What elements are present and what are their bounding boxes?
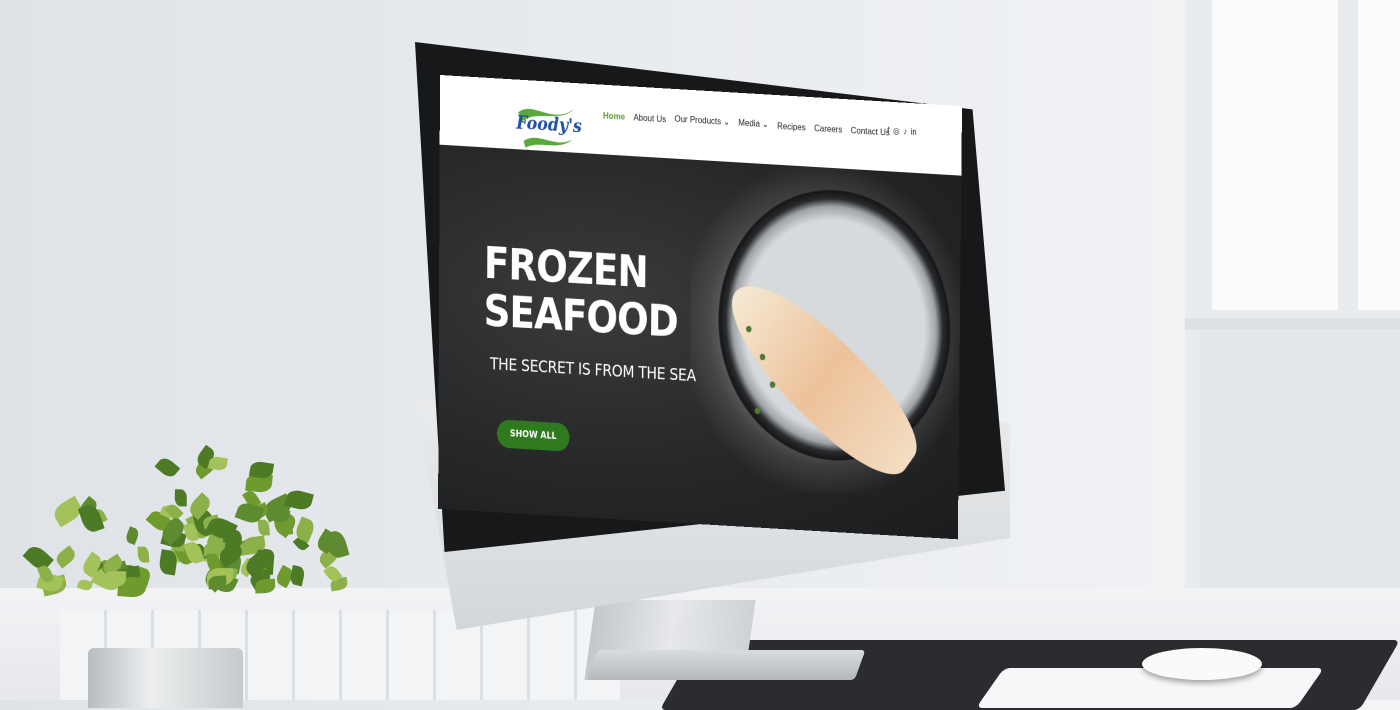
site-logo[interactable]: Foody's	[477, 86, 582, 148]
facebook-icon[interactable]: f	[887, 126, 889, 136]
nav-media-label: Media	[738, 116, 760, 129]
nav-recipes[interactable]: Recipes	[777, 120, 806, 133]
mouse	[1142, 648, 1262, 680]
plant-leaf	[77, 502, 105, 534]
monitor-stand-base	[586, 650, 866, 680]
window-pane	[1358, 0, 1400, 310]
plant-leaf	[54, 545, 79, 569]
hero-subtitle: THE SECRET IS FROM THE SEA	[489, 353, 696, 386]
herb-leaf	[745, 325, 752, 333]
logo-text: Foody's	[516, 112, 582, 138]
plant-leaf	[123, 526, 140, 546]
chevron-down-icon: ⌄	[759, 118, 769, 130]
nav-about-us[interactable]: About Us	[633, 111, 666, 124]
plant-pot	[88, 648, 243, 708]
nav-media[interactable]: Media ⌄	[738, 116, 769, 131]
instagram-icon[interactable]: ◎	[893, 126, 900, 136]
chevron-down-icon: ⌄	[721, 115, 731, 128]
keyboard	[975, 668, 1325, 708]
tiktok-icon[interactable]: ♪	[903, 127, 907, 137]
herb-leaf	[759, 353, 766, 361]
monitor-screen: Foody's Home About Us Our Products ⌄ Med…	[438, 75, 963, 540]
plant-leaf	[288, 564, 306, 586]
herb-leaf	[754, 407, 761, 415]
nav-home[interactable]: Home	[603, 109, 625, 121]
window-sill	[1185, 318, 1400, 330]
plant-leaf	[137, 546, 150, 564]
show-all-button[interactable]: SHOW ALL	[496, 419, 570, 452]
plant-leaf	[174, 489, 187, 508]
main-nav: Home About Us Our Products ⌄ Media ⌄ Rec…	[603, 109, 890, 138]
plant-leaf	[154, 455, 180, 481]
nav-contact-us[interactable]: Contact Us	[851, 124, 890, 137]
social-links: f ◎ ♪ in	[887, 126, 916, 138]
herb-leaf	[769, 381, 776, 389]
nav-our-products-label: Our Products	[674, 112, 722, 127]
hero-title: FROZEN SEAFOOD	[483, 238, 678, 348]
nav-careers[interactable]: Careers	[814, 122, 842, 135]
window-pane	[1212, 0, 1338, 310]
hero-banner: FROZEN SEAFOOD THE SECRET IS FROM THE SE…	[438, 144, 962, 540]
linkedin-icon[interactable]: in	[911, 127, 917, 137]
window-lower-panel	[1200, 332, 1400, 620]
nav-our-products[interactable]: Our Products ⌄	[674, 113, 730, 128]
